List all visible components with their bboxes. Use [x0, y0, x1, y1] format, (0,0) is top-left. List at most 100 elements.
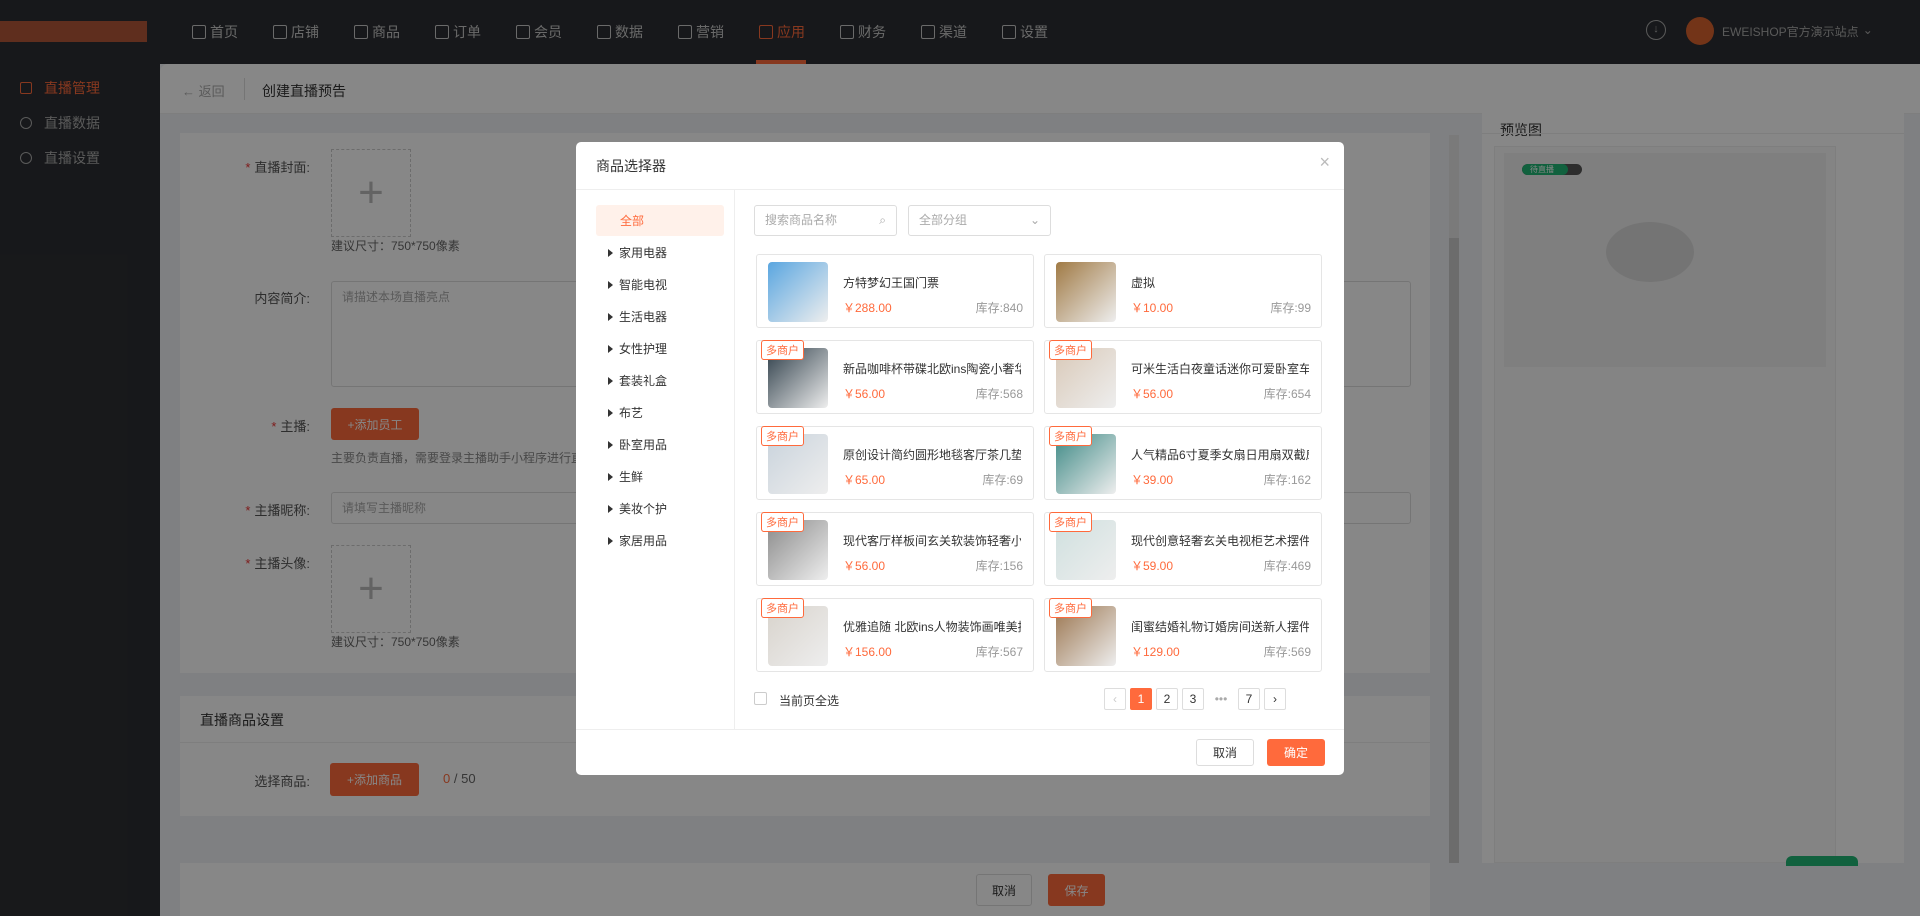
caret-right-icon — [608, 440, 613, 449]
multi-merchant-tag: 多商户 — [1049, 598, 1092, 618]
category-label: 生鲜 — [619, 470, 644, 484]
category-item[interactable]: 家用电器 — [596, 237, 724, 268]
category-item[interactable]: 卧室用品 — [596, 429, 724, 460]
product-price: ￥156.00 — [843, 645, 892, 659]
category-label: 智能电视 — [619, 278, 668, 292]
modal-cancel-button[interactable]: 取消 — [1196, 739, 1254, 766]
product-price: ￥59.00 — [1131, 559, 1174, 573]
divider — [576, 189, 1344, 190]
category-item[interactable]: 全部 — [596, 205, 724, 236]
page-ellipsis[interactable]: ••• — [1208, 688, 1234, 710]
pagination: ‹ 1 2 3 ••• 7 › — [1104, 688, 1286, 710]
caret-right-icon — [608, 408, 613, 417]
page-7[interactable]: 7 — [1238, 688, 1260, 710]
group-select-value: 全部分组 — [919, 213, 968, 227]
category-item[interactable]: 美妆个护 — [596, 493, 724, 524]
category-label: 女性护理 — [619, 342, 668, 356]
category-item[interactable]: 生鲜 — [596, 461, 724, 492]
product-image — [768, 262, 828, 322]
product-card[interactable]: 多商户 现代客厅样板间玄关软装饰轻奢小 ￥56.00 库存:156 — [756, 512, 1034, 586]
product-price: ￥56.00 — [843, 387, 886, 401]
product-stock: 库存:469 — [1263, 559, 1311, 573]
category-label: 生活电器 — [619, 310, 668, 324]
product-card[interactable]: 多商户闺蜜结婚礼物订婚房间送新人摆件 ￥129.00 库存:569 — [1044, 598, 1322, 672]
caret-right-icon — [608, 312, 613, 321]
multi-merchant-tag: 多商户 — [761, 340, 804, 360]
multi-merchant-tag: 多商户 — [761, 426, 804, 446]
product-price: ￥10.00 — [1131, 301, 1174, 315]
product-stock: 库存:840 — [975, 301, 1023, 315]
product-price: ￥129.00 — [1131, 645, 1180, 659]
product-stock: 库存:567 — [975, 645, 1023, 659]
product-name: 方特梦幻王国门票 — [843, 276, 940, 290]
product-card[interactable]: 多商户人气精品6寸夏季女扇日用扇双截扇 ￥39.00 库存:162 — [1044, 426, 1322, 500]
category-item[interactable]: 女性护理 — [596, 333, 724, 364]
caret-right-icon — [608, 344, 613, 353]
group-select[interactable]: 全部分组 ⌄ — [908, 205, 1051, 236]
category-label: 套装礼盒 — [619, 374, 668, 388]
product-card[interactable]: 虚拟 ￥10.00 库存:99 — [1044, 254, 1322, 328]
product-price: ￥56.00 — [843, 559, 886, 573]
category-item[interactable]: 套装礼盒 — [596, 365, 724, 396]
product-name: 可米生活白夜童话迷你可爱卧室车 — [1131, 362, 1309, 376]
product-stock: 库存:569 — [1263, 645, 1311, 659]
product-stock: 库存:162 — [1263, 473, 1311, 487]
caret-right-icon — [608, 280, 613, 289]
category-item[interactable]: 智能电视 — [596, 269, 724, 300]
product-name: 闺蜜结婚礼物订婚房间送新人摆件 — [1131, 620, 1309, 634]
divider — [734, 190, 735, 729]
category-label: 美妆个护 — [619, 502, 668, 516]
page-3[interactable]: 3 — [1182, 688, 1204, 710]
select-all-checkbox[interactable] — [754, 692, 767, 705]
product-name: 现代客厅样板间玄关软装饰轻奢小 — [843, 534, 1021, 548]
product-name: 虚拟 — [1131, 276, 1156, 290]
category-label: 家居用品 — [619, 534, 668, 548]
product-stock: 库存:69 — [982, 473, 1023, 487]
product-image — [1056, 262, 1116, 322]
search-input[interactable]: 搜索商品名称 ⌕ — [754, 205, 897, 236]
product-price: ￥288.00 — [843, 301, 892, 315]
product-card[interactable]: 多商户优雅追随 北欧ins人物装饰画唯美摆 ￥156.00 库存:567 — [756, 598, 1034, 672]
multi-merchant-tag: 多商户 — [761, 598, 804, 618]
category-label: 全部 — [620, 214, 645, 228]
multi-merchant-tag: 多商户 — [1049, 426, 1092, 446]
page-2[interactable]: 2 — [1156, 688, 1178, 710]
category-label: 卧室用品 — [619, 438, 668, 452]
product-stock: 库存:99 — [1270, 301, 1311, 315]
product-name: 人气精品6寸夏季女扇日用扇双截扇 — [1131, 448, 1309, 462]
modal-title: 商品选择器 — [596, 158, 666, 174]
product-name: 现代创意轻奢玄关电视柜艺术摆件 — [1131, 534, 1309, 548]
divider — [576, 729, 1344, 730]
caret-right-icon — [608, 536, 613, 545]
product-stock: 库存:156 — [975, 559, 1023, 573]
product-card[interactable]: 方特梦幻王国门票 ￥288.00 库存:840 — [756, 254, 1034, 328]
category-item[interactable]: 生活电器 — [596, 301, 724, 332]
product-card[interactable]: 多商户 新品咖啡杯带碟北欧ins陶瓷小奢华 ￥56.00 库存:568 — [756, 340, 1034, 414]
product-price: ￥39.00 — [1131, 473, 1174, 487]
category-item[interactable]: 布艺 — [596, 397, 724, 428]
product-card[interactable]: 多商户 可米生活白夜童话迷你可爱卧室车 ￥56.00 库存:654 — [1044, 340, 1322, 414]
product-card[interactable]: 多商户 原创设计简约圆形地毯客厅茶几垫 ￥65.00 库存:69 — [756, 426, 1034, 500]
caret-right-icon — [608, 504, 613, 513]
chevron-down-icon: ⌄ — [1029, 213, 1040, 227]
modal-confirm-button[interactable]: 确定 — [1267, 739, 1325, 766]
multi-merchant-tag: 多商户 — [1049, 512, 1092, 532]
select-all-label: 当前页全选 — [779, 694, 840, 708]
caret-right-icon — [608, 376, 613, 385]
category-item[interactable]: 家居用品 — [596, 525, 724, 556]
goods-selector-modal: 商品选择器 × 全部家用电器智能电视生活电器女性护理套装礼盒布艺卧室用品生鲜美妆… — [576, 142, 1344, 775]
product-stock: 库存:654 — [1263, 387, 1311, 401]
multi-merchant-tag: 多商户 — [1049, 340, 1092, 360]
product-stock: 库存:568 — [975, 387, 1023, 401]
close-icon[interactable]: × — [1319, 152, 1330, 173]
search-placeholder: 搜索商品名称 — [765, 213, 838, 227]
search-icon: ⌕ — [879, 213, 886, 227]
caret-right-icon — [608, 248, 613, 257]
product-name: 优雅追随 北欧ins人物装饰画唯美摆 — [843, 620, 1021, 634]
category-label: 布艺 — [619, 406, 644, 420]
caret-right-icon — [608, 472, 613, 481]
next-page-button[interactable]: › — [1264, 688, 1286, 710]
page-1[interactable]: 1 — [1130, 688, 1152, 710]
product-card[interactable]: 多商户现代创意轻奢玄关电视柜艺术摆件 ￥59.00 库存:469 — [1044, 512, 1322, 586]
prev-page-button[interactable]: ‹ — [1104, 688, 1126, 710]
